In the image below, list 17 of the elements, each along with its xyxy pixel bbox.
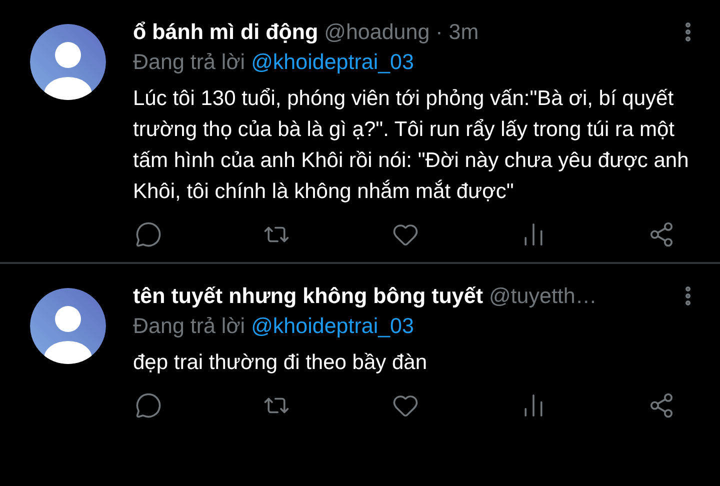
tweet-time: · 3m [436, 20, 479, 44]
user-handle: @tuyetth… [488, 284, 597, 308]
reply-button[interactable] [135, 221, 162, 248]
replying-to-label: Đang trả lời [133, 50, 246, 75]
user-name[interactable]: ổ bánh mì di động [133, 20, 318, 44]
avatar-icon[interactable] [30, 24, 106, 100]
replying-to-label: Đang trả lời [133, 314, 246, 339]
share-button[interactable] [648, 221, 675, 248]
mention-link[interactable]: @khoideptrai_03 [251, 50, 414, 75]
user-name[interactable]: tên tuyết nhưng không bông tuyết [133, 284, 483, 308]
reply-button[interactable] [135, 392, 162, 419]
tweet-text: đẹp trai thường đi theo bầy đàn [133, 350, 428, 376]
mention-link[interactable]: @khoideptrai_03 [251, 314, 414, 339]
share-button[interactable] [648, 392, 675, 419]
tweet-text: Lúc tôi 130 tuổi, phóng viên tới phỏng vấn:"Bà ơi, bí quyết trường thọ của bà là gì ạ?". Tôi run rẩy lấy trong túi ra một tấm hình của anh Khôi rồi nói: "Đời này chưa yêu được anh Khôi, tôi chính là không nhắm mắt được" [133, 86, 690, 205]
avatar-icon[interactable] [30, 288, 106, 364]
user-handle: @hoadung [324, 20, 430, 44]
